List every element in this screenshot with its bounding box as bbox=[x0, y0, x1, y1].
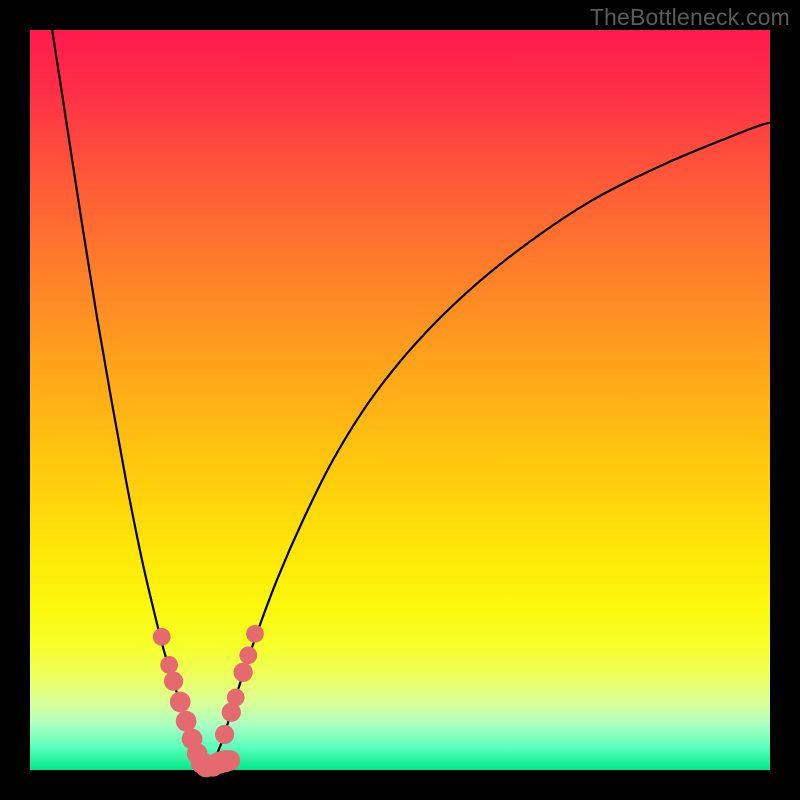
marker-dot bbox=[215, 725, 234, 744]
curve-layer bbox=[30, 30, 770, 770]
marker-dot bbox=[176, 711, 197, 732]
marker-dot bbox=[239, 646, 257, 664]
marker-dot bbox=[153, 628, 171, 646]
plot-area bbox=[30, 30, 770, 770]
marker-dot bbox=[219, 750, 240, 771]
chart-frame: TheBottleneck.com bbox=[0, 0, 800, 800]
watermark-text: TheBottleneck.com bbox=[590, 4, 790, 31]
left-branch-curve bbox=[52, 30, 204, 766]
right-branch-curve bbox=[211, 123, 770, 767]
marker-dot bbox=[160, 656, 178, 674]
marker-dot bbox=[234, 663, 253, 682]
marker-dot bbox=[170, 692, 191, 713]
marker-dot bbox=[227, 689, 245, 707]
valley-markers bbox=[153, 625, 264, 777]
marker-dot bbox=[246, 625, 264, 643]
marker-dot bbox=[164, 672, 183, 691]
